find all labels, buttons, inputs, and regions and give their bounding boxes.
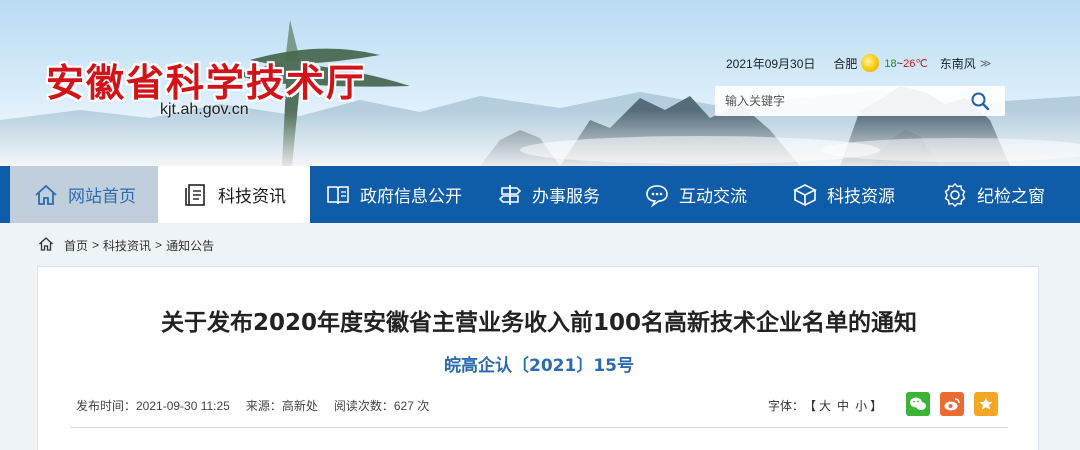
star-icon xyxy=(979,397,993,410)
chat-icon xyxy=(643,181,671,209)
nav-item-label: 办事服务 xyxy=(532,187,600,207)
font-size-large[interactable]: 大 xyxy=(819,397,831,414)
view-count: 阅读次数：627 次 xyxy=(333,399,430,413)
breadcrumb-separator: > xyxy=(92,238,100,252)
wechat-icon xyxy=(910,397,926,410)
nav-item-label: 互动交流 xyxy=(679,187,747,207)
house-icon xyxy=(32,181,60,209)
document-number: 皖高企认〔2021〕15号 xyxy=(444,356,634,376)
weibo-icon xyxy=(944,398,960,411)
signpost-icon xyxy=(496,181,524,209)
article-meta: 发布时间：2021-09-30 11:25 来源：高新处 阅读次数：627 次 xyxy=(76,397,445,414)
favorite-button[interactable] xyxy=(974,392,998,416)
breadcrumb-notices[interactable]: 通知公告 xyxy=(166,237,214,254)
article-title: 关于发布2020年度安徽省主营业务收入前100名高新技术企业名单的通知 xyxy=(160,310,918,336)
meta-divider xyxy=(70,427,1008,428)
breadcrumb-home[interactable]: 首页 xyxy=(64,237,88,254)
breadcrumb-separator: > xyxy=(155,238,163,252)
current-date: 2021年09月30日 xyxy=(726,56,816,71)
nav-item-discipline[interactable]: 纪检之窗 xyxy=(916,166,1070,223)
site-banner: 安徽省科学技术厅 kjt.ah.gov.cn 2021年09月30日 合肥 18… xyxy=(0,0,1080,166)
search-box xyxy=(715,86,1005,116)
nav-item-label: 科技资讯 xyxy=(218,187,286,207)
date-weather-bar: 2021年09月30日 合肥 18~26℃ 东南风 ≫ xyxy=(726,54,991,72)
nav-item-gov-info[interactable]: 政府信息公开 xyxy=(310,166,476,223)
nav-item-tech-news[interactable]: 科技资讯 xyxy=(158,166,310,223)
weather-more-link[interactable]: ≫ xyxy=(980,57,992,70)
temperature: 18~26℃ xyxy=(884,57,928,70)
site-title: 安徽省科学技术厅 xyxy=(46,60,367,105)
article-panel: 关于发布2020年度安徽省主营业务收入前100名高新技术企业名单的通知 皖高企认… xyxy=(37,266,1039,450)
weather-city: 合肥 xyxy=(833,56,858,71)
font-bracket-open: 【 xyxy=(804,399,817,413)
nav-item-label: 纪检之窗 xyxy=(977,187,1045,207)
nav-item-interaction[interactable]: 互动交流 xyxy=(620,166,770,223)
main-nav: 网站首页 科技资讯 政府信息公开 办事服务 互动交流 科技资源 纪检之窗 xyxy=(0,166,1080,223)
breadcrumb: 首页 > 科技资讯 > 通知公告 xyxy=(38,236,214,254)
wind-direction: 东南风 xyxy=(939,56,976,71)
nav-item-home[interactable]: 网站首页 xyxy=(10,166,158,223)
sun-icon xyxy=(861,54,880,72)
book-icon xyxy=(324,181,352,209)
nav-item-tech-resources[interactable]: 科技资源 xyxy=(770,166,916,223)
article-source: 来源：高新处 xyxy=(245,399,318,413)
nav-item-label: 网站首页 xyxy=(68,187,136,207)
font-size-small[interactable]: 小 xyxy=(855,397,867,414)
site-domain: kjt.ah.gov.cn xyxy=(160,101,249,118)
house-icon xyxy=(38,236,54,255)
nav-item-label: 科技资源 xyxy=(827,187,895,207)
breadcrumb-tech-news[interactable]: 科技资讯 xyxy=(103,237,151,254)
search-input[interactable] xyxy=(715,87,965,115)
publish-time: 发布时间：2021-09-30 11:25 xyxy=(76,399,230,413)
share-buttons xyxy=(906,392,1008,416)
nav-item-services[interactable]: 办事服务 xyxy=(476,166,620,223)
nav-item-label: 政府信息公开 xyxy=(360,187,462,207)
font-size-control: 字体： 【 大 中 小 】 xyxy=(768,397,882,414)
search-button[interactable] xyxy=(965,86,995,116)
badge-icon xyxy=(941,181,969,209)
share-weibo-button[interactable] xyxy=(940,392,964,416)
cube-icon xyxy=(791,181,819,209)
font-size-label: 字体： xyxy=(768,399,805,413)
share-wechat-button[interactable] xyxy=(906,392,930,416)
document-icon xyxy=(182,181,210,209)
font-size-medium[interactable]: 中 xyxy=(837,397,849,414)
search-icon xyxy=(971,92,990,111)
font-bracket-close: 】 xyxy=(870,399,883,413)
